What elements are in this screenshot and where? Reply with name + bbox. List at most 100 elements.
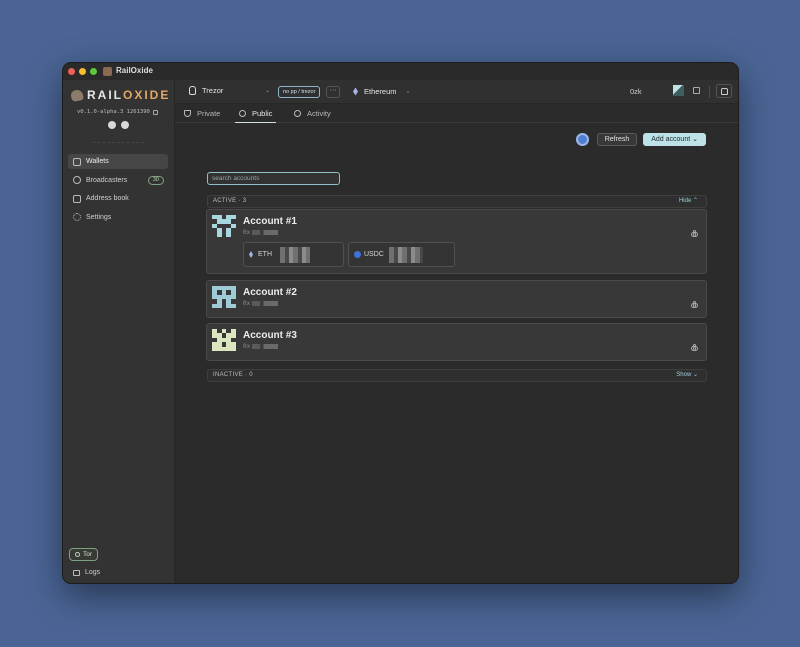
logo-text-oxide: OXIDE [123, 88, 171, 102]
maximize-window-button[interactable] [90, 68, 97, 75]
redacted-address [252, 230, 279, 235]
refresh-button[interactable]: Refresh [596, 133, 638, 146]
chevron-down-icon: ⌄ [265, 88, 271, 94]
logs-label: Logs [85, 569, 101, 576]
sidebar-item-broadcasters[interactable]: Broadcasters 30 [68, 173, 168, 188]
account-card[interactable]: Account #2 0x [206, 280, 707, 318]
logo: RAILOXIDE [69, 88, 171, 102]
inactive-section-header: INACTIVE · 0 Show ⌄ [207, 369, 707, 382]
hide-active-toggle[interactable]: Hide ⌃ [679, 196, 698, 207]
account-name: Account #1 [243, 216, 297, 227]
show-inactive-toggle[interactable]: Show ⌄ [676, 370, 698, 381]
telegram-icon[interactable] [121, 121, 129, 129]
social-links [108, 121, 129, 129]
search-accounts-input[interactable] [207, 172, 340, 185]
chevron-down-icon: ⌄ [692, 136, 698, 143]
app-icon [103, 67, 112, 76]
title-bar: RailOxide [63, 63, 738, 80]
wallet-icon [73, 157, 81, 166]
toolbar-divider [709, 86, 710, 98]
sidebar-item-label: Settings [86, 213, 112, 221]
sidebar-item-address-book[interactable]: Address book [68, 191, 168, 206]
github-icon[interactable] [108, 121, 116, 129]
close-window-button[interactable] [68, 68, 75, 75]
account-identicon [212, 329, 236, 351]
device-name: Trezor [202, 86, 224, 95]
hardware-wallet-icon [189, 86, 196, 95]
network-selector[interactable]: Ethereum ⌄ [353, 87, 411, 96]
derivation-tree-icon[interactable] [691, 230, 698, 237]
history-icon [294, 110, 301, 117]
tab-private[interactable]: Private [180, 104, 224, 123]
tab-public[interactable]: Public [235, 104, 277, 123]
ethereum-icon [353, 87, 358, 96]
add-account-button[interactable]: Add account ⌄ [643, 133, 706, 146]
copy-address-icon[interactable] [693, 87, 700, 94]
pp-status-chip[interactable]: no pp / trezor [278, 86, 321, 98]
device-selector[interactable]: Trezor ⌄ [189, 86, 270, 95]
tab-label: Activity [307, 109, 331, 118]
shield-icon [184, 110, 191, 117]
logs-icon [73, 569, 80, 576]
account-address[interactable]: 0x [243, 229, 279, 236]
lock-wallet-button[interactable] [716, 84, 732, 98]
account-name: Account #3 [243, 330, 297, 341]
account-address[interactable]: 0x [243, 343, 279, 350]
active-section-header: ACTIVE · 3 Hide ⌃ [207, 195, 707, 208]
network-name: Ethereum [364, 87, 397, 96]
ethereum-icon [249, 251, 253, 258]
account-name: Account #2 [243, 287, 297, 298]
logs-button[interactable]: Logs [73, 569, 100, 576]
account-card[interactable]: Account #1 0x ETH USDC [206, 209, 707, 274]
active-section-label: ACTIVE · 3 [213, 198, 247, 204]
rock-logo-icon [69, 88, 85, 102]
tor-label: Tor [83, 551, 93, 558]
redacted-address [252, 301, 279, 306]
zk-address-label: 0zk [630, 87, 642, 96]
redacted-balance [389, 247, 423, 263]
main-panel: Trezor ⌄ no pp / trezor ··· Ethereum ⌄ 0… [175, 80, 738, 583]
usdc-icon [354, 251, 361, 258]
tab-activity[interactable]: Activity [290, 104, 335, 123]
sidebar-item-label: Wallets [86, 158, 109, 165]
sidebar-nav: Wallets Broadcasters 30 Address book Set… [68, 154, 168, 228]
token-symbol: USDC [364, 251, 384, 258]
account-identicon [212, 215, 236, 237]
tab-label: Private [197, 109, 221, 118]
address-book-icon [73, 194, 81, 203]
account-address[interactable]: 0x [243, 300, 279, 307]
sidebar-item-label: Address book [86, 195, 129, 202]
gear-icon [73, 213, 81, 221]
more-options-button[interactable]: ··· [326, 86, 340, 98]
app-window: RailOxide RAILOXIDE v0.1.0-alpha.3 12613… [62, 62, 739, 584]
derivation-tree-icon[interactable] [691, 344, 698, 351]
token-balance-usdc[interactable]: USDC [348, 242, 455, 267]
redacted-balance [280, 247, 310, 263]
tab-label: Public [252, 108, 273, 118]
sidebar-divider [93, 142, 144, 143]
version-text: v0.1.0-alpha.3 1261390 [77, 109, 150, 115]
token-symbol: ETH [258, 251, 272, 258]
token-balance-eth[interactable]: ETH [243, 242, 344, 267]
sidebar: RAILOXIDE v0.1.0-alpha.3 1261390 Wallets… [63, 80, 175, 583]
add-account-label: Add account [651, 136, 691, 143]
minimize-window-button[interactable] [79, 68, 86, 75]
sidebar-item-label: Broadcasters [86, 176, 128, 184]
account-identicon [212, 286, 236, 308]
redacted-address [252, 344, 279, 349]
action-bar: Refresh Add account ⌄ [575, 133, 706, 146]
logo-text-rail: RAIL [87, 88, 123, 102]
version-info: v0.1.0-alpha.3 1261390 [77, 109, 158, 115]
copy-version-icon[interactable] [152, 109, 158, 115]
tor-status-button[interactable]: Tor [69, 548, 99, 561]
globe-icon [239, 109, 246, 117]
window-title: RailOxide [116, 66, 153, 75]
account-badge-icon[interactable] [575, 133, 589, 146]
derivation-tree-icon[interactable] [691, 301, 698, 308]
zk-identicon [673, 85, 684, 96]
tor-icon [75, 551, 80, 557]
sidebar-item-wallets[interactable]: Wallets [68, 154, 168, 169]
account-card[interactable]: Account #3 0x [206, 323, 707, 361]
sidebar-item-settings[interactable]: Settings [68, 210, 168, 225]
broadcast-icon [73, 176, 81, 184]
